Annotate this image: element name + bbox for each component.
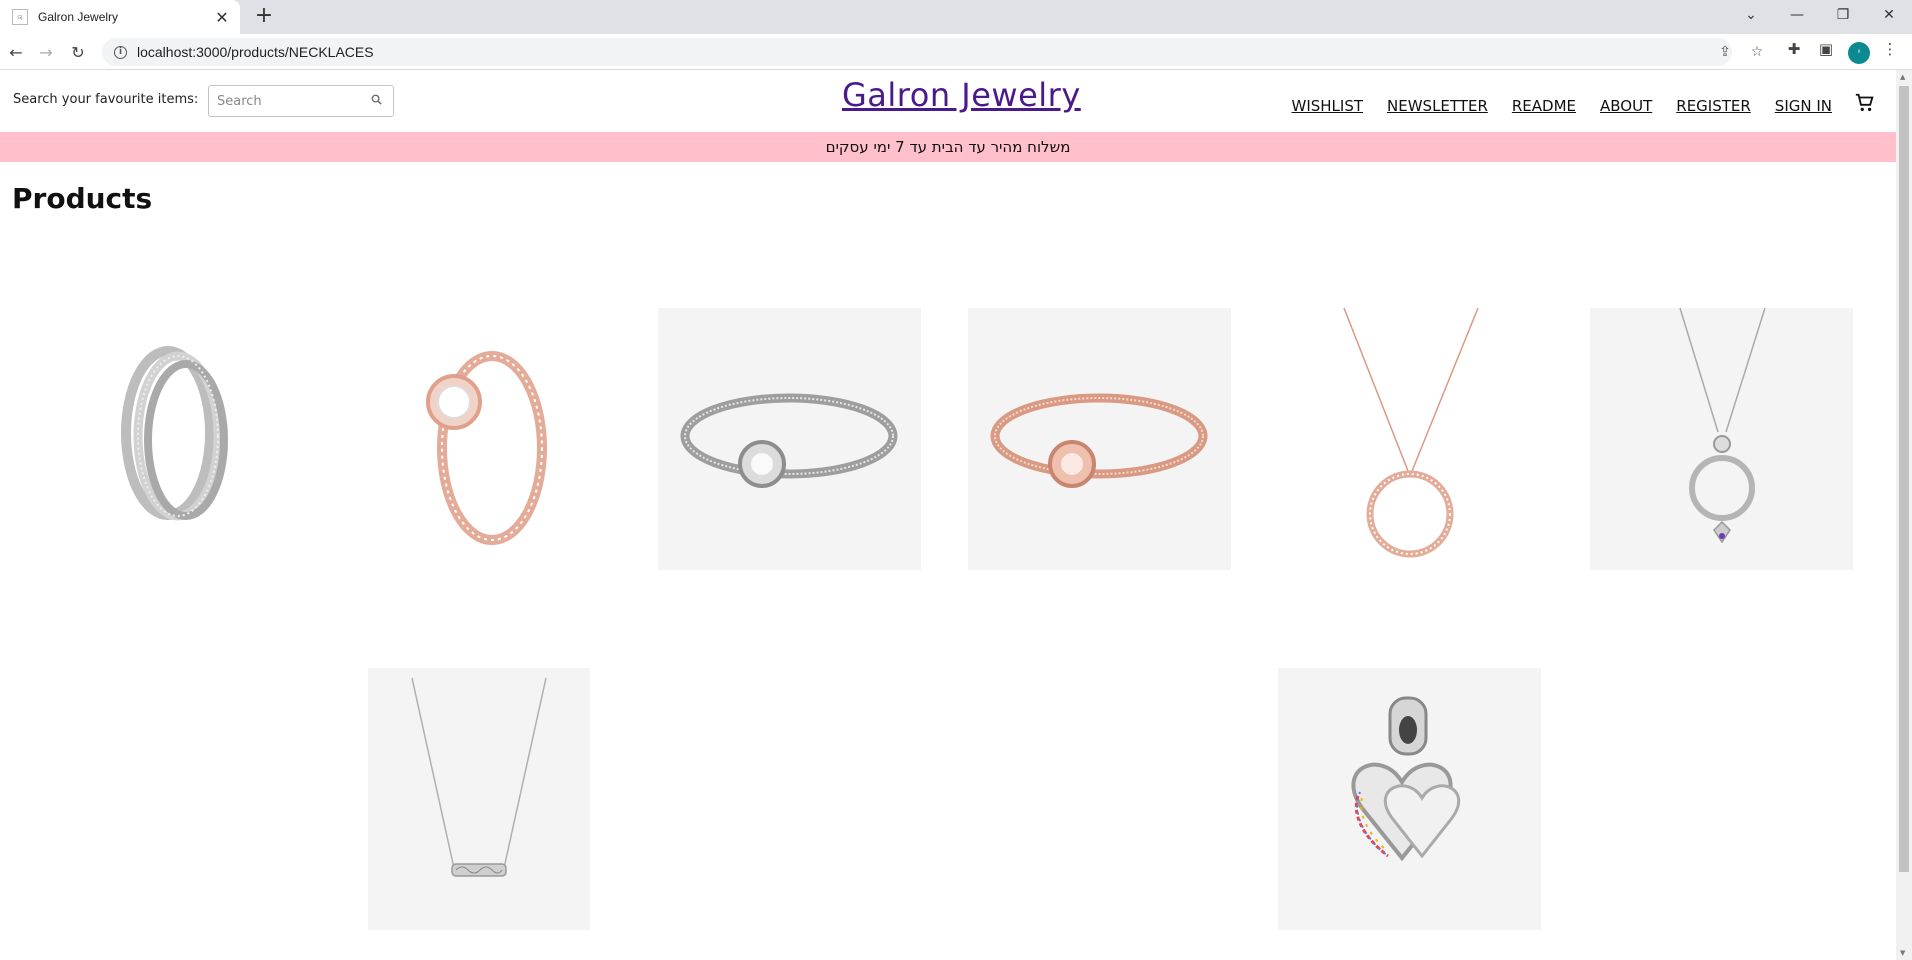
close-window-button[interactable]: ✕ [1866,0,1912,30]
rose-ring-image [426,351,547,545]
silver-o-necklace-image [1679,308,1766,544]
nav-about[interactable]: ABOUT [1600,97,1652,115]
shipping-banner: משלוח מהיר עד הבית עד 7 ימי עסקים [0,132,1896,162]
browser-menu-icon[interactable]: ⋮ [1878,40,1902,58]
web-page: Search your favourite items: Galron Jewe… [0,70,1896,960]
address-bar: ← → ↻ i localhost:3000/products/NECKLACE… [0,34,1912,70]
browser-tab[interactable]: GJ Galron Jewelry ✕ [0,0,240,34]
bookmark-star-icon[interactable]: ☆ [1748,44,1766,60]
product-card-silver-bar-necklace[interactable] [368,668,590,930]
side-panel-icon[interactable]: ▣ [1814,40,1838,58]
product-card-silver-o-necklace[interactable] [1590,308,1853,570]
product-card-silver-ring[interactable] [60,308,284,570]
main-nav: WISHLIST NEWSLETTER README ABOUT REGISTE… [1267,92,1876,119]
profile-avatar[interactable]: י [1848,42,1870,64]
product-card-heart-charm[interactable] [1278,668,1541,930]
silver-ring-image [121,346,228,521]
close-tab-icon[interactable]: ✕ [212,8,232,27]
cart-icon[interactable] [1854,92,1876,119]
scroll-down-arrow-icon[interactable]: ▼ [1900,949,1905,957]
tab-search-icon[interactable]: ⌄ [1728,0,1774,30]
restore-button[interactable]: ❐ [1820,0,1866,30]
url-text: localhost:3000/products/NECKLACES [137,44,374,60]
heart-charm-image [1351,696,1461,862]
rose-circle-necklace-image [1343,308,1479,558]
brand-logo-link[interactable]: Galron Jewelry [842,76,1081,114]
browser-tab-strip: GJ Galron Jewelry ✕ + ⌄ — ❐ ✕ [0,0,1912,34]
nav-sign-in[interactable]: SIGN IN [1775,97,1832,115]
share-icon[interactable]: ⇪ [1716,44,1734,60]
site-info-icon[interactable]: i [114,45,127,59]
tab-title: Galron Jewelry [38,10,119,24]
search-label: Search your favourite items: [13,92,199,107]
scrollbar-thumb[interactable] [1899,86,1909,872]
scroll-up-arrow-icon[interactable]: ▲ [1900,73,1905,81]
page-title: Products [12,182,153,215]
forward-button[interactable]: → [34,40,58,64]
product-card-rose-ring[interactable] [370,308,594,570]
reload-button[interactable]: ↻ [66,40,90,64]
favicon-icon: GJ [12,9,28,25]
nav-newsletter[interactable]: NEWSLETTER [1387,97,1488,115]
rose-bracelet-image [990,393,1208,488]
nav-register[interactable]: REGISTER [1676,97,1751,115]
url-omnibox[interactable]: i localhost:3000/products/NECKLACES ⇪ ☆ [102,38,1763,66]
product-card-rose-bracelet[interactable] [968,308,1231,570]
page-scrollbar[interactable]: ▲ ▼ [1896,70,1912,960]
product-card-silver-bracelet[interactable] [658,308,921,570]
product-card-rose-circle-necklace[interactable] [1294,308,1526,570]
silver-bracelet-image [680,393,898,488]
nav-wishlist[interactable]: WISHLIST [1291,97,1363,115]
search-box[interactable] [208,85,394,117]
extensions-icon[interactable]: ✚ [1782,40,1806,58]
back-button[interactable]: ← [4,40,28,64]
search-input[interactable] [217,93,367,109]
silver-bar-necklace-image [411,677,547,877]
search-icon[interactable] [371,94,382,108]
nav-readme[interactable]: README [1512,97,1576,115]
site-header: Search your favourite items: Galron Jewe… [0,70,1896,132]
minimize-button[interactable]: — [1774,0,1820,30]
new-tab-button[interactable]: + [252,5,276,29]
